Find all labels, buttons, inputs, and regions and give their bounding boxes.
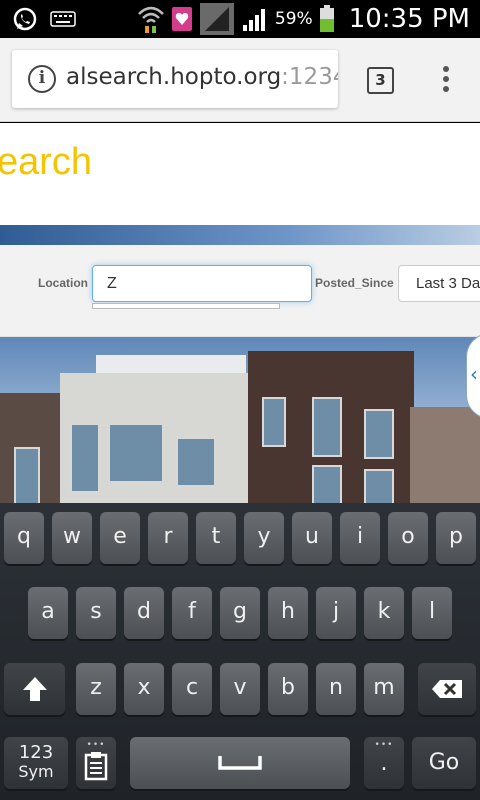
info-icon[interactable]: i: [28, 65, 56, 93]
key-j[interactable]: j: [316, 587, 356, 639]
key-label: t: [211, 524, 221, 549]
location-label: Location: [38, 276, 88, 290]
space-bar-icon: [218, 756, 262, 770]
posted-since-label: Posted_Since: [315, 276, 394, 290]
key-label: e: [113, 524, 127, 549]
app-notification-icon: [171, 7, 192, 31]
symbols-key-label-2: Sym: [18, 762, 54, 781]
web-page: earch Location Z Posted_Since Last 3 Da …: [0, 123, 480, 503]
banner-strip: [0, 225, 480, 245]
key-label: h: [281, 599, 295, 624]
key-e[interactable]: e: [100, 512, 140, 564]
key-n[interactable]: n: [316, 663, 356, 715]
address-bar[interactable]: i alsearch.hopto.org:1234: [12, 50, 338, 108]
clock: 10:35 PM: [348, 4, 470, 34]
key-label: i: [356, 524, 364, 549]
key-label: a: [41, 599, 55, 624]
key-label: v: [233, 675, 247, 700]
key-s[interactable]: s: [76, 587, 116, 639]
go-key[interactable]: Go: [412, 737, 476, 789]
hero-image: [0, 337, 480, 503]
url-host: alsearch.hopto.org: [66, 64, 282, 90]
key-u[interactable]: u: [292, 512, 332, 564]
key-label: s: [90, 599, 102, 624]
key-r[interactable]: r: [148, 512, 188, 564]
key-o[interactable]: o: [388, 512, 428, 564]
url-port: :1234: [281, 64, 338, 90]
posted-since-select[interactable]: Last 3 Da: [398, 265, 480, 302]
space-key[interactable]: [130, 737, 350, 789]
key-label: q: [17, 524, 31, 549]
key-label: g: [233, 599, 247, 624]
key-v[interactable]: v: [220, 663, 260, 715]
key-l[interactable]: l: [412, 587, 452, 639]
browser-toolbar: i alsearch.hopto.org:1234 3: [0, 38, 480, 122]
wifi-icon: [138, 6, 164, 33]
key-label: x: [137, 675, 151, 700]
symbols-key[interactable]: 123 Sym: [4, 737, 68, 789]
battery-percent: 59%: [274, 9, 313, 29]
key-label: z: [90, 675, 102, 700]
key-d[interactable]: d: [124, 587, 164, 639]
key-h[interactable]: h: [268, 587, 308, 639]
backspace-icon: [432, 680, 462, 698]
key-t[interactable]: t: [196, 512, 236, 564]
key-m[interactable]: m: [364, 663, 404, 715]
shift-key[interactable]: [4, 663, 65, 715]
key-a[interactable]: a: [28, 587, 68, 639]
status-bar: 59% 10:35 PM: [0, 0, 480, 38]
overflow-menu-icon[interactable]: [436, 66, 456, 96]
url-text[interactable]: alsearch.hopto.org:1234: [66, 64, 338, 90]
key-label: b: [281, 675, 295, 700]
key-label: p: [449, 524, 463, 549]
key-w[interactable]: w: [52, 512, 92, 564]
keyboard-icon: [50, 11, 76, 27]
key-label: o: [401, 524, 415, 549]
key-i[interactable]: i: [340, 512, 380, 564]
side-panel-tab[interactable]: ‹: [466, 333, 480, 419]
symbols-key-label-1: 123: [18, 742, 54, 763]
key-z[interactable]: z: [76, 663, 116, 715]
page-title: earch: [0, 141, 93, 183]
key-c[interactable]: c: [172, 663, 212, 715]
period-key[interactable]: ••• .: [364, 737, 404, 789]
go-key-label: Go: [428, 750, 460, 775]
signal-icon-2: [242, 9, 265, 31]
key-x[interactable]: x: [124, 663, 164, 715]
tab-switcher-button[interactable]: 3: [367, 67, 394, 94]
clipboard-icon: [84, 752, 108, 781]
period-key-label: .: [380, 751, 388, 776]
whatsapp-icon: [13, 7, 37, 31]
backspace-key[interactable]: [418, 663, 476, 715]
key-label: f: [188, 599, 196, 624]
chevron-left-icon: ‹: [470, 362, 478, 386]
signal-icon-1: [199, 3, 234, 35]
key-label: c: [185, 675, 199, 700]
key-q[interactable]: q: [4, 512, 44, 564]
autocomplete-dropdown[interactable]: [92, 303, 280, 309]
key-label: l: [428, 599, 436, 624]
key-label: w: [63, 524, 81, 549]
key-b[interactable]: b: [268, 663, 308, 715]
key-label: j: [332, 599, 340, 624]
key-k[interactable]: k: [364, 587, 404, 639]
clipboard-key[interactable]: •••: [76, 737, 116, 789]
key-label: k: [377, 599, 391, 624]
key-label: u: [305, 524, 319, 549]
key-f[interactable]: f: [172, 587, 212, 639]
key-label: r: [163, 524, 173, 549]
key-label: y: [257, 524, 271, 549]
key-y[interactable]: y: [244, 512, 284, 564]
key-g[interactable]: g: [220, 587, 260, 639]
location-input[interactable]: Z: [92, 265, 312, 302]
key-label: n: [329, 675, 343, 700]
soft-keyboard: q w e r t y u i o p a s d f g h j k l z x c v b n m 123 Sym •••…: [0, 503, 480, 800]
key-p[interactable]: p: [436, 512, 476, 564]
battery-icon: [319, 5, 334, 32]
key-label: d: [137, 599, 151, 624]
key-label: m: [373, 675, 395, 700]
shift-arrow-icon: [22, 677, 47, 701]
